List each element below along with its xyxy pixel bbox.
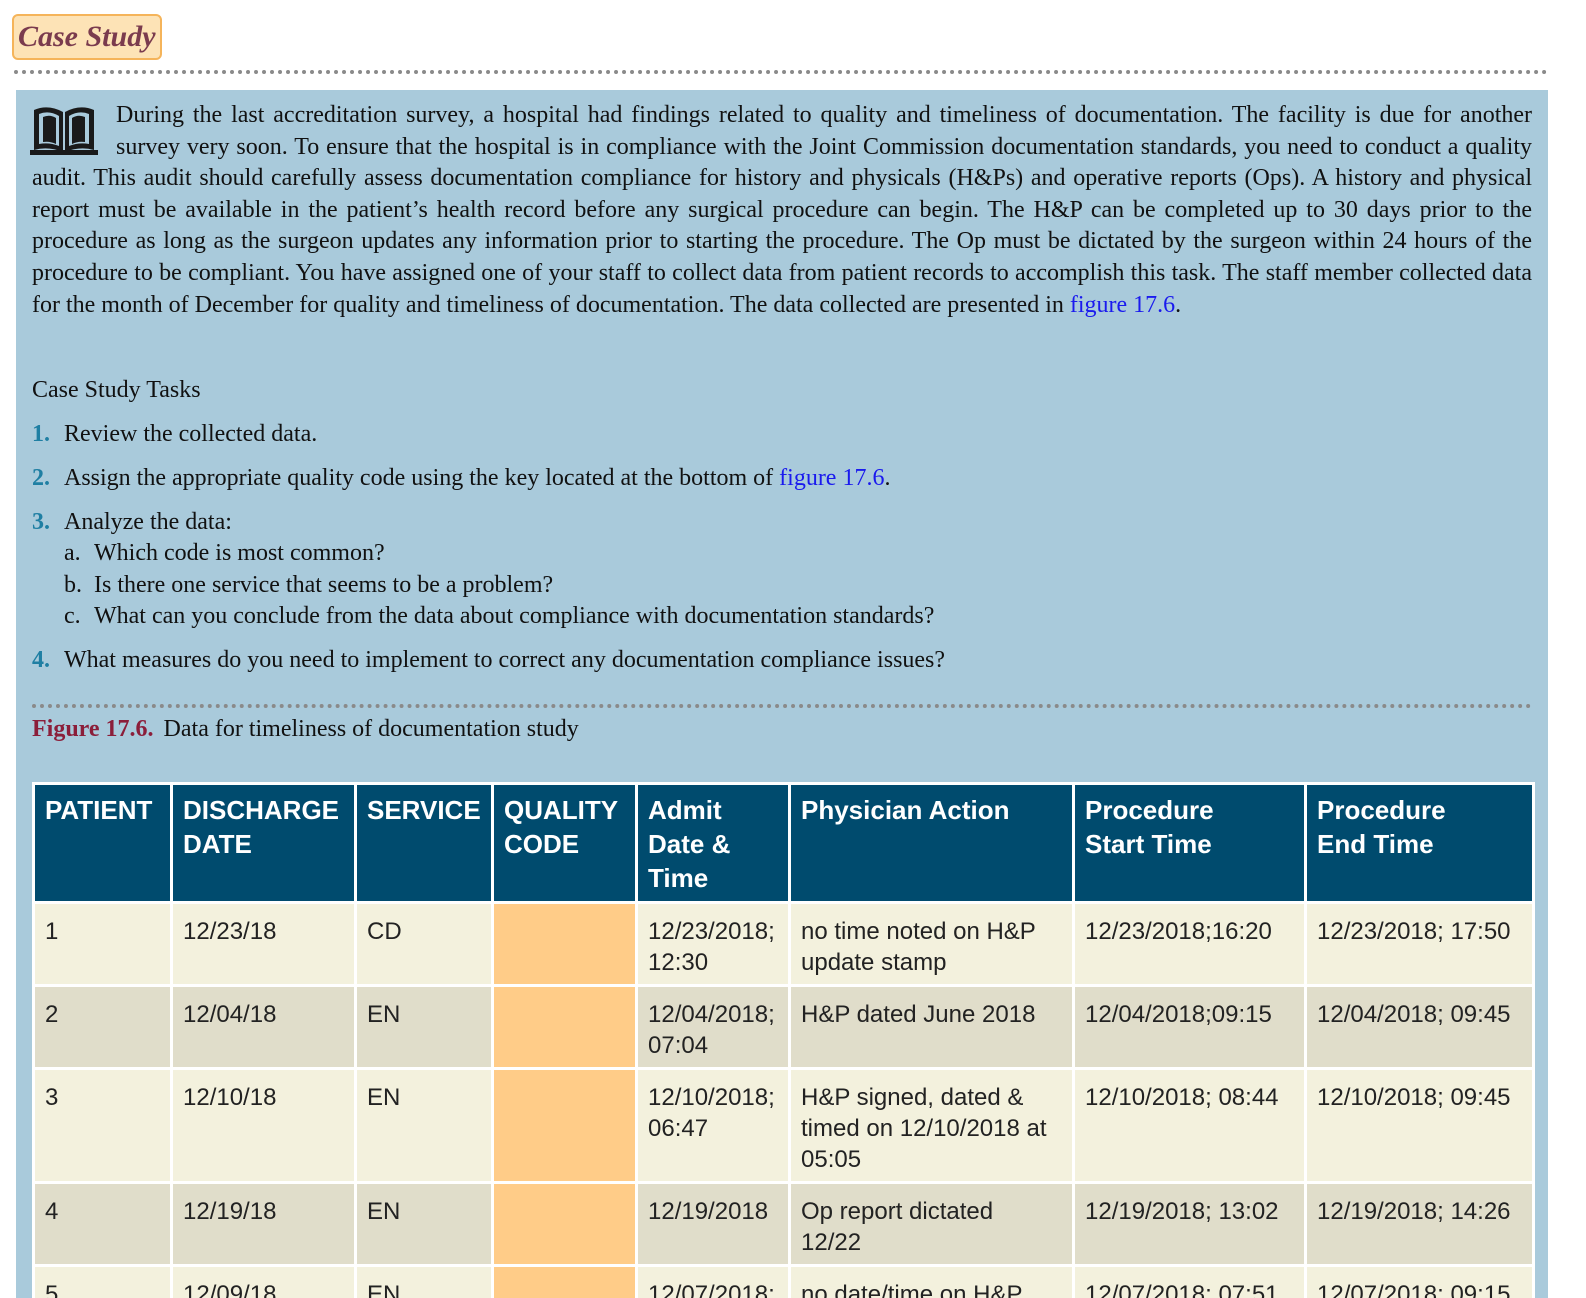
cell-admit: 12/10/2018; 06:47 — [635, 1067, 791, 1184]
table-row: 1 12/23/18 CD 12/23/2018; 12:30 no time n… — [32, 901, 1535, 987]
col-header-patient: PATIENT — [32, 782, 173, 904]
cell-start: 12/23/2018;16:20 — [1072, 901, 1307, 987]
task-item: 1. Review the collected data. — [32, 421, 318, 447]
cell-service: CD — [354, 901, 494, 987]
col-header-procedure-end: Procedure End Time — [1304, 782, 1535, 904]
col-header-discharge-date: DISCHARGE DATE — [170, 782, 357, 904]
cell-start: 12/04/2018;09:15 — [1072, 984, 1307, 1070]
col-header-service: SERVICE — [354, 782, 494, 904]
cell-patient: 5 — [32, 1264, 173, 1298]
cell-action: no date/time on H&P — [788, 1264, 1075, 1298]
cell-service: EN — [354, 1067, 494, 1184]
cell-quality-code[interactable] — [491, 1181, 638, 1267]
figure-divider — [32, 704, 1532, 708]
table-row: 4 12/19/18 EN 12/19/2018 Op report dicta… — [32, 1181, 1535, 1267]
cell-action: Op report dictated 12/22 — [788, 1181, 1075, 1267]
task-subitem: b. Is there one service that seems to be … — [64, 572, 554, 598]
cell-service: EN — [354, 1181, 494, 1267]
col-header-procedure-start: Procedure Start Time — [1072, 782, 1307, 904]
task-item: 2. Assign the appropriate quality code us… — [32, 465, 891, 491]
table-row: 2 12/04/18 EN 12/04/2018; 07:04 H&P dated… — [32, 984, 1535, 1070]
cell-action: H&P dated June 2018 — [788, 984, 1075, 1070]
figure-link[interactable]: figure 17.6 — [1070, 292, 1175, 318]
cell-patient: 1 — [32, 901, 173, 987]
task-subitem: c. What can you conclude from the data ab… — [64, 603, 935, 629]
task-item: 4. What measures do you need to implement… — [32, 647, 946, 673]
cell-patient: 4 — [32, 1181, 173, 1267]
cell-action: H&P signed, dated & timed on 12/10/2018 a… — [788, 1067, 1075, 1184]
case-study-panel: During the last accreditation survey, a … — [16, 90, 1548, 1298]
intro-text: During the last accreditation survey, a … — [32, 102, 1532, 318]
cell-end: 12/10/2018; 09:45 — [1304, 1067, 1535, 1184]
cell-discharge: 12/09/18 — [170, 1264, 357, 1298]
cell-admit: 12/07/2018; — [635, 1264, 791, 1298]
cell-discharge: 12/23/18 — [170, 901, 357, 987]
cell-discharge: 12/10/18 — [170, 1067, 357, 1184]
cell-end: 12/04/2018; 09:45 — [1304, 984, 1535, 1070]
cell-service: EN — [354, 984, 494, 1070]
case-study-tab: Case Study — [12, 14, 162, 60]
task-subitem: a. Which code is most common? — [64, 540, 385, 566]
cell-discharge: 12/04/18 — [170, 984, 357, 1070]
cell-admit: 12/23/2018; 12:30 — [635, 901, 791, 987]
cell-service: EN — [354, 1264, 494, 1298]
figure-label: Figure 17.6. — [32, 716, 154, 742]
task-item: 3. Analyze the data: — [32, 509, 232, 535]
figure-link[interactable]: figure 17.6 — [779, 465, 884, 491]
cell-end: 12/07/2018; 09:15 — [1304, 1264, 1535, 1298]
cell-quality-code[interactable] — [491, 984, 638, 1070]
cell-quality-code[interactable] — [491, 901, 638, 987]
cell-quality-code[interactable] — [491, 1067, 638, 1184]
cell-discharge: 12/19/18 — [170, 1181, 357, 1267]
figure-title: Data for timeliness of documentation stu… — [163, 716, 579, 742]
cell-end: 12/19/2018; 14:26 — [1304, 1181, 1535, 1267]
cell-start: 12/10/2018; 08:44 — [1072, 1067, 1307, 1184]
table-row: 5 12/09/18 EN 12/07/2018; no date/time o… — [32, 1264, 1535, 1298]
col-header-admit: Admit Date & Time — [635, 782, 791, 904]
cell-patient: 3 — [32, 1067, 173, 1184]
cell-admit: 12/19/2018 — [635, 1181, 791, 1267]
table-header-row: PATIENT DISCHARGE DATE SERVICE QUALITY COD… — [32, 782, 1535, 904]
cell-action: no time noted on H&P update stamp — [788, 901, 1075, 987]
cell-quality-code[interactable] — [491, 1264, 638, 1298]
top-divider — [14, 70, 1548, 74]
documentation-table: PATIENT DISCHARGE DATE SERVICE QUALITY COD… — [32, 782, 1535, 1298]
cell-end: 12/23/2018; 17:50 — [1304, 901, 1535, 987]
figure-caption: Figure 17.6. Data for timeliness of docum… — [32, 716, 579, 743]
intro-paragraph: During the last accreditation survey, a … — [32, 102, 1532, 318]
cell-start: 12/19/2018; 13:02 — [1072, 1181, 1307, 1267]
cell-start: 12/07/2018; 07:51 — [1072, 1264, 1307, 1298]
cell-patient: 2 — [32, 984, 173, 1070]
col-header-physician-action: Physician Action — [788, 782, 1075, 904]
col-header-quality-code: QUALITY CODE — [491, 782, 638, 904]
table-row: 3 12/10/18 EN 12/10/2018; 06:47 H&P signe… — [32, 1067, 1535, 1184]
cell-admit: 12/04/2018; 07:04 — [635, 984, 791, 1070]
tasks-title: Case Study Tasks — [32, 377, 201, 403]
